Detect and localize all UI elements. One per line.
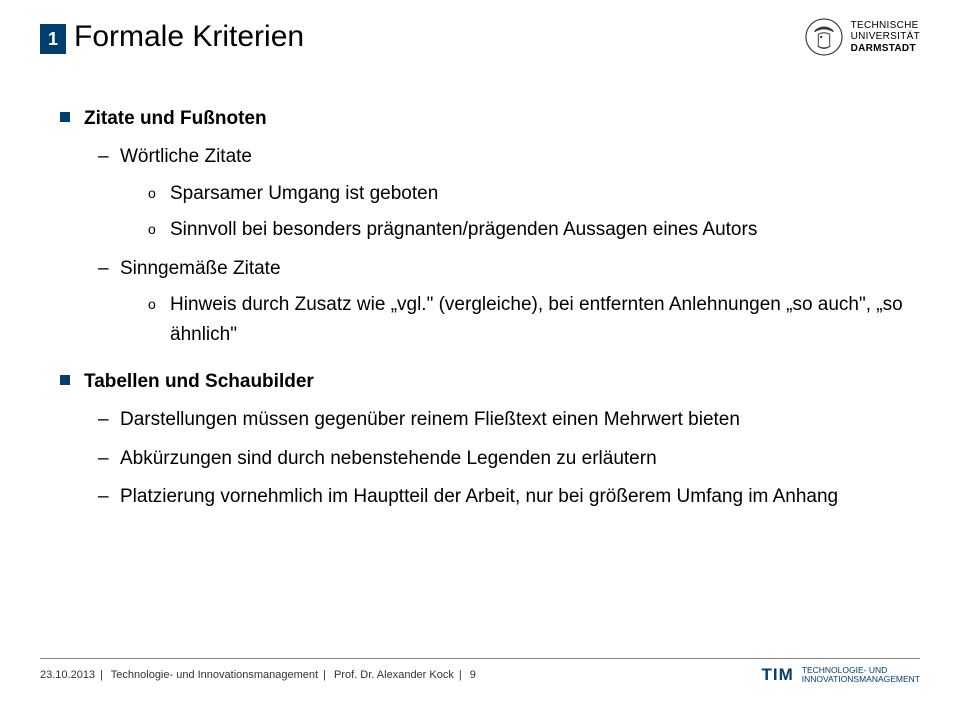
circ-item: Hinweis durch Zusatz wie „vgl." (verglei… <box>148 290 920 351</box>
university-logo: TECHNISCHE UNIVERSITÄT DARMSTADT <box>805 18 920 56</box>
square-bullet-icon <box>60 375 70 385</box>
dash-item: Darstellungen müssen gegenüber reinem Fl… <box>98 405 920 435</box>
dash-woertliche: Wörtliche Zitate Sparsamer Umgang ist ge… <box>98 142 920 245</box>
footer-right: TIM TECHNOLOGIE- UND INNOVATIONSMANAGEME… <box>761 665 920 685</box>
content: Zitate und Fußnoten Wörtliche Zitate Spa… <box>60 104 920 512</box>
dash-label: Wörtliche Zitate <box>120 146 252 167</box>
footer-dept: Technologie- und Innovationsmanagement <box>111 669 318 681</box>
footer-rule <box>40 658 920 659</box>
section-number: 1 <box>40 24 66 54</box>
footer-date: 23.10.2013 <box>40 669 95 681</box>
bullet-zitate: Zitate und Fußnoten Wörtliche Zitate Spa… <box>60 104 920 351</box>
dash-item: Platzierung vornehmlich im Hauptteil der… <box>98 482 920 512</box>
tim-logo: TIM <box>761 665 793 685</box>
dash-sinngemaesse: Sinngemäße Zitate Hinweis durch Zusatz w… <box>98 254 920 351</box>
footer: 23.10.2013| Technologie- und Innovations… <box>40 658 920 685</box>
footer-author: Prof. Dr. Alexander Kock <box>334 669 454 681</box>
page-title: Formale Kriterien <box>74 20 304 54</box>
circ-item: Sinnvoll bei besonders prägnanten/prägen… <box>148 215 920 245</box>
footer-left: 23.10.2013| Technologie- und Innovations… <box>40 669 476 681</box>
bullet-label: Tabellen und Schaubilder <box>84 371 314 392</box>
bullet-tabellen: Tabellen und Schaubilder Darstellungen m… <box>60 367 920 513</box>
square-bullet-icon <box>60 112 70 122</box>
tim-text: TECHNOLOGIE- UND INNOVATIONSMANAGEMENT <box>802 666 920 685</box>
uni-line1: TECHNISCHE <box>851 20 920 32</box>
footer-page: 9 <box>470 669 476 681</box>
dash-item: Abkürzungen sind durch nebenstehende Leg… <box>98 444 920 474</box>
uni-line3: DARMSTADT <box>851 43 920 55</box>
athena-icon <box>805 18 843 56</box>
tim-line2: INNOVATIONSMANAGEMENT <box>802 675 920 684</box>
title-row: 1 Formale Kriterien <box>40 20 920 54</box>
dash-label: Sinngemäße Zitate <box>120 258 281 279</box>
circ-item: Sparsamer Umgang ist geboten <box>148 179 920 209</box>
bullet-label: Zitate und Fußnoten <box>84 108 267 129</box>
uni-line2: UNIVERSITÄT <box>851 31 920 43</box>
slide: TECHNISCHE UNIVERSITÄT DARMSTADT 1 Forma… <box>0 0 960 711</box>
university-name: TECHNISCHE UNIVERSITÄT DARMSTADT <box>851 20 920 55</box>
